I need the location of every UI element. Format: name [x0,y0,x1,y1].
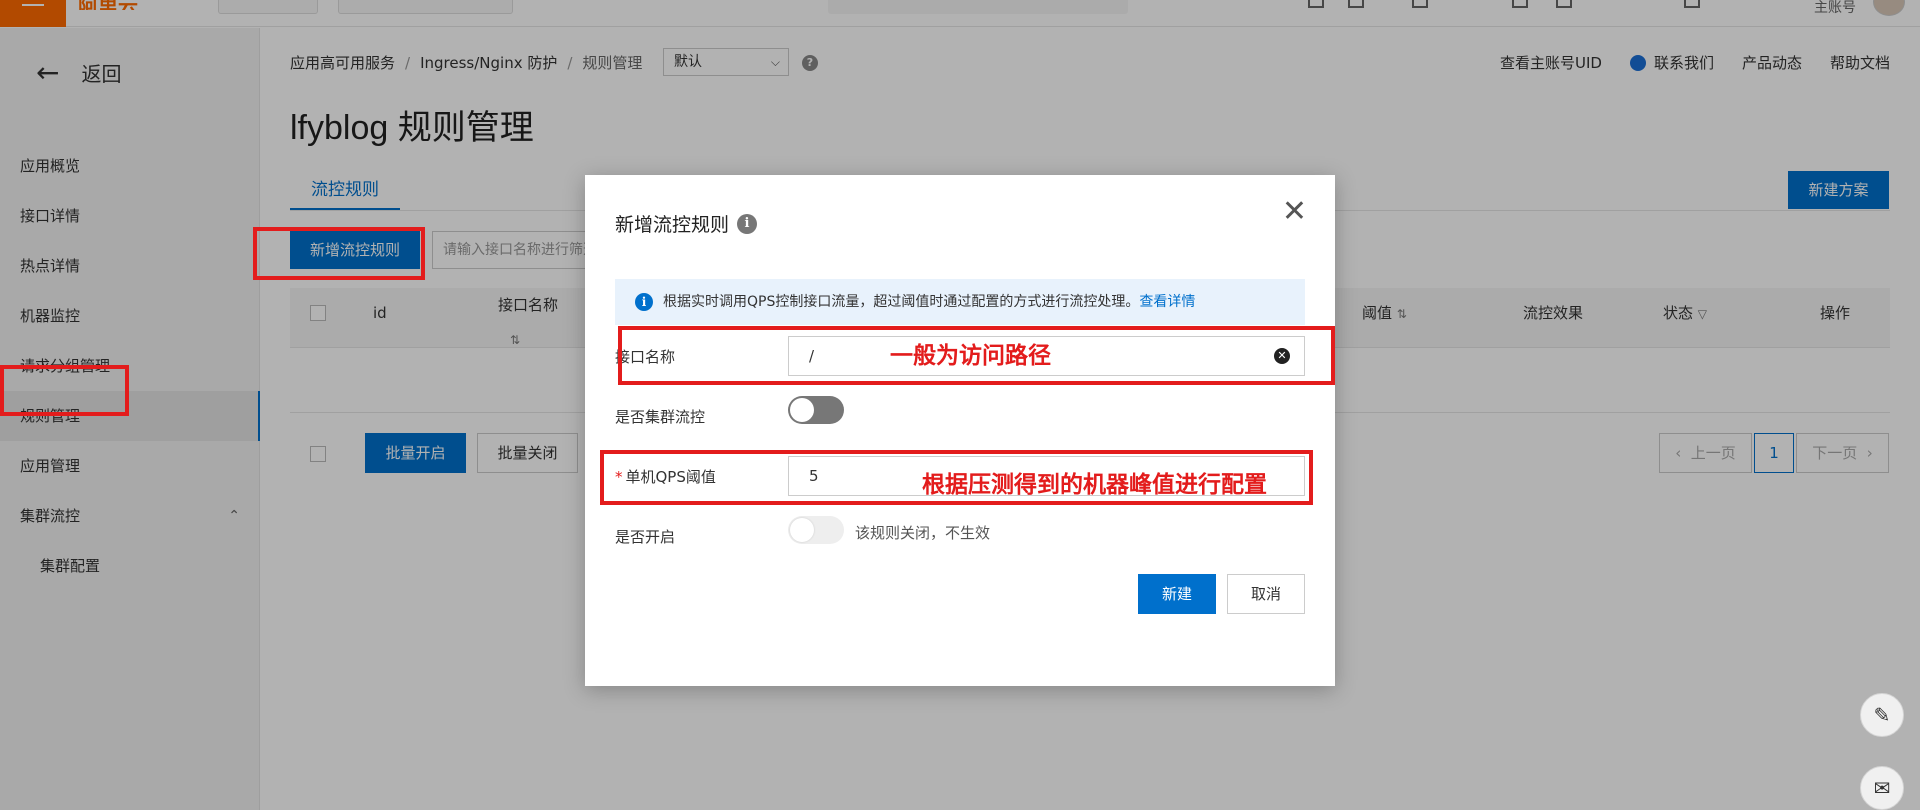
cluster-flow-toggle[interactable] [788,396,844,424]
add-flow-rule-dialog: 新增流控规则 i ✕ i 根据实时调用QPS控制接口流量，超过阈值时通过配置的方… [585,175,1335,686]
info-notice: i 根据实时调用QPS控制接口流量，超过阈值时通过配置的方式进行流控处理。查看详… [615,279,1305,325]
dialog-title: 新增流控规则 i [615,210,758,237]
create-button[interactable]: 新建 [1138,574,1216,614]
enable-hint: 该规则关闭，不生效 [855,524,991,542]
enable-toggle[interactable] [788,516,844,544]
info-icon[interactable]: i [737,213,758,234]
enable-label: 是否开启 [615,528,676,546]
edit-icon[interactable]: ✎ [1860,693,1904,737]
chat-icon[interactable]: ✉ [1860,766,1904,810]
annotation-box-rule-management [0,365,129,416]
close-icon[interactable]: ✕ [1282,197,1307,227]
view-details-link[interactable]: 查看详情 [1139,294,1195,310]
annotation-box-api-name [618,326,1335,385]
cancel-button[interactable]: 取消 [1227,574,1305,614]
annotation-box-qps-threshold [600,450,1313,505]
cluster-flow-label: 是否集群流控 [615,408,706,426]
info-icon: i [635,293,653,311]
annotation-box-add-rule [253,227,425,280]
